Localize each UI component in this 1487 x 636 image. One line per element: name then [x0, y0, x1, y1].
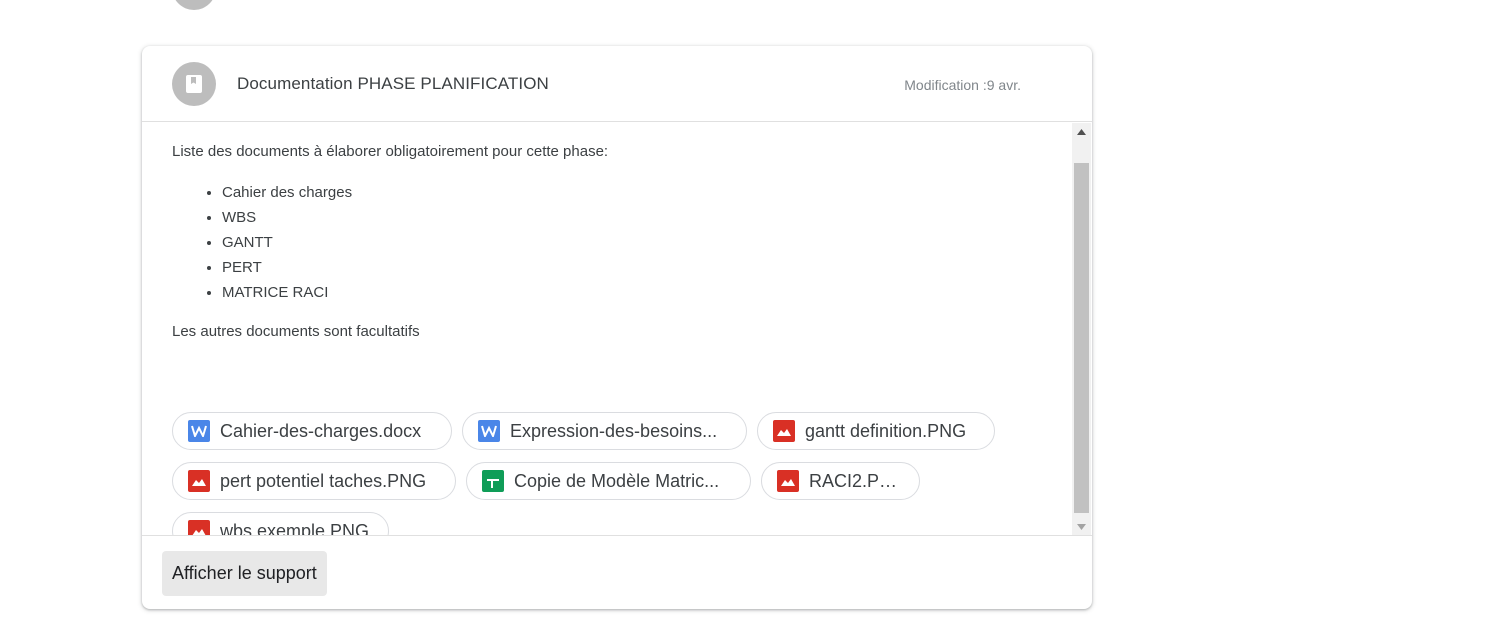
- scroll-down-arrow-icon[interactable]: [1072, 518, 1091, 535]
- card-body: Liste des documents à élaborer obligatoi…: [142, 123, 1072, 535]
- attachment-label: Cahier-des-charges.docx: [220, 420, 422, 441]
- attachment-label: wbs exemple.PNG: [220, 520, 370, 536]
- list-item: WBS: [222, 205, 352, 230]
- word-doc-icon: [188, 420, 210, 442]
- view-material-button[interactable]: Afficher le support: [162, 551, 327, 596]
- card-header[interactable]: Documentation PHASE PLANIFICATION Modifi…: [142, 46, 1092, 122]
- attachment-chip[interactable]: Expression-des-besoins...: [462, 412, 747, 450]
- scroll-up-arrow-icon[interactable]: [1072, 123, 1091, 140]
- body-scrollbar[interactable]: [1072, 123, 1091, 535]
- optional-text: Les autres documents sont facultatifs: [172, 323, 420, 340]
- previous-item-avatar: [172, 0, 216, 10]
- required-docs-list: Cahier des charges WBS GANTT PERT MATRIC…: [172, 180, 352, 305]
- card-footer: Afficher le support: [142, 535, 1092, 609]
- attachment-label: gantt definition.PNG: [805, 420, 967, 441]
- attachment-chip[interactable]: Copie de Modèle Matric...: [466, 462, 751, 500]
- attachment-chip[interactable]: RACI2.PNG: [761, 462, 920, 500]
- image-file-icon: [777, 470, 799, 492]
- attachment-chip[interactable]: Cahier-des-charges.docx: [172, 412, 452, 450]
- list-item: PERT: [222, 255, 352, 280]
- material-card: Documentation PHASE PLANIFICATION Modifi…: [142, 46, 1092, 609]
- material-icon: [172, 62, 216, 106]
- attachment-chip[interactable]: pert potentiel taches.PNG: [172, 462, 456, 500]
- image-file-icon: [188, 470, 210, 492]
- card-title: Documentation PHASE PLANIFICATION: [237, 74, 549, 93]
- list-item: MATRICE RACI: [222, 280, 352, 305]
- attachment-label: Copie de Modèle Matric...: [514, 470, 720, 491]
- list-item: GANTT: [222, 230, 352, 255]
- image-file-icon: [188, 520, 210, 535]
- scrollbar-thumb[interactable]: [1074, 163, 1089, 513]
- sheets-file-icon: [482, 470, 504, 492]
- word-doc-icon: [478, 420, 500, 442]
- attachment-label: pert potentiel taches.PNG: [220, 470, 427, 491]
- attachment-chip[interactable]: gantt definition.PNG: [757, 412, 995, 450]
- list-item: Cahier des charges: [222, 180, 352, 205]
- intro-text: Liste des documents à élaborer obligatoi…: [172, 143, 609, 160]
- image-file-icon: [773, 420, 795, 442]
- modified-date: Modification :9 avr.: [904, 77, 1021, 93]
- attachment-label: RACI2.PNG: [809, 470, 907, 491]
- attachment-chip[interactable]: wbs exemple.PNG: [172, 512, 389, 535]
- attachment-label: Expression-des-besoins...: [510, 420, 718, 441]
